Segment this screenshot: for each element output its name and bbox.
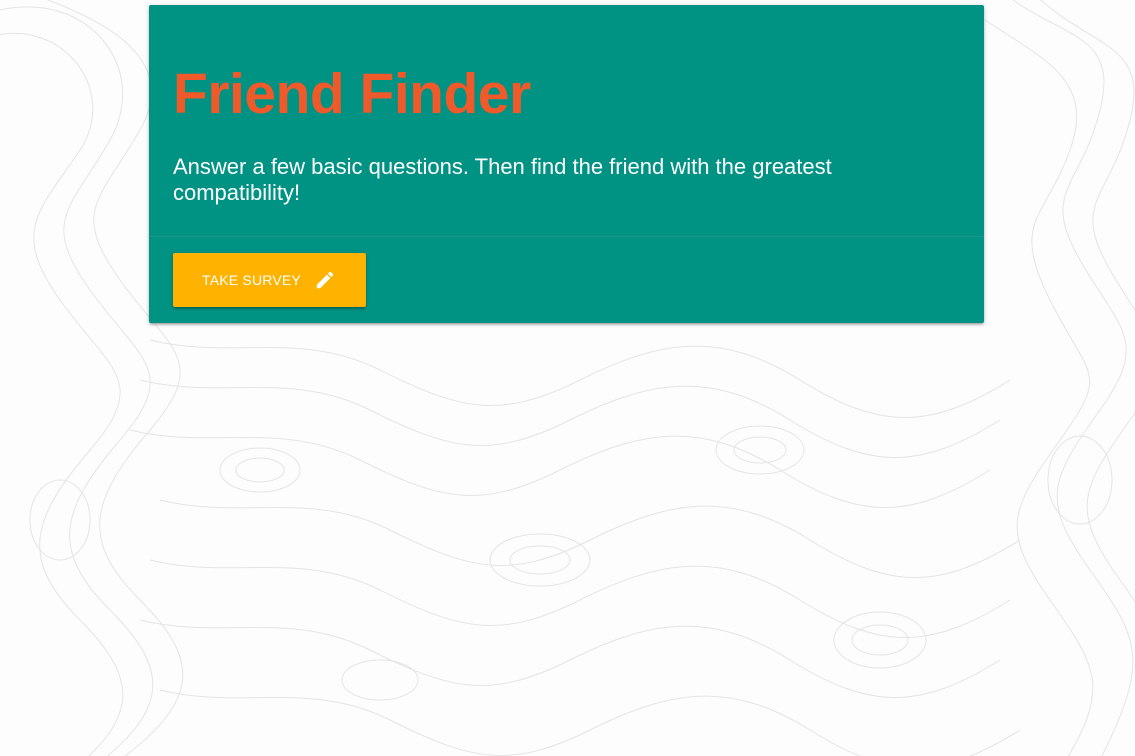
page-title: Friend Finder — [173, 62, 531, 126]
card-content: Friend Finder Answer a few basic questio… — [149, 5, 984, 236]
take-survey-button[interactable]: TAKE SURVEY — [173, 253, 366, 307]
hero-card: Friend Finder Answer a few basic questio… — [149, 5, 984, 323]
card-description: Answer a few basic questions. Then find … — [173, 154, 832, 205]
card-action: TAKE SURVEY — [149, 236, 984, 323]
take-survey-label: TAKE SURVEY — [202, 272, 301, 288]
pencil-icon — [316, 271, 334, 289]
